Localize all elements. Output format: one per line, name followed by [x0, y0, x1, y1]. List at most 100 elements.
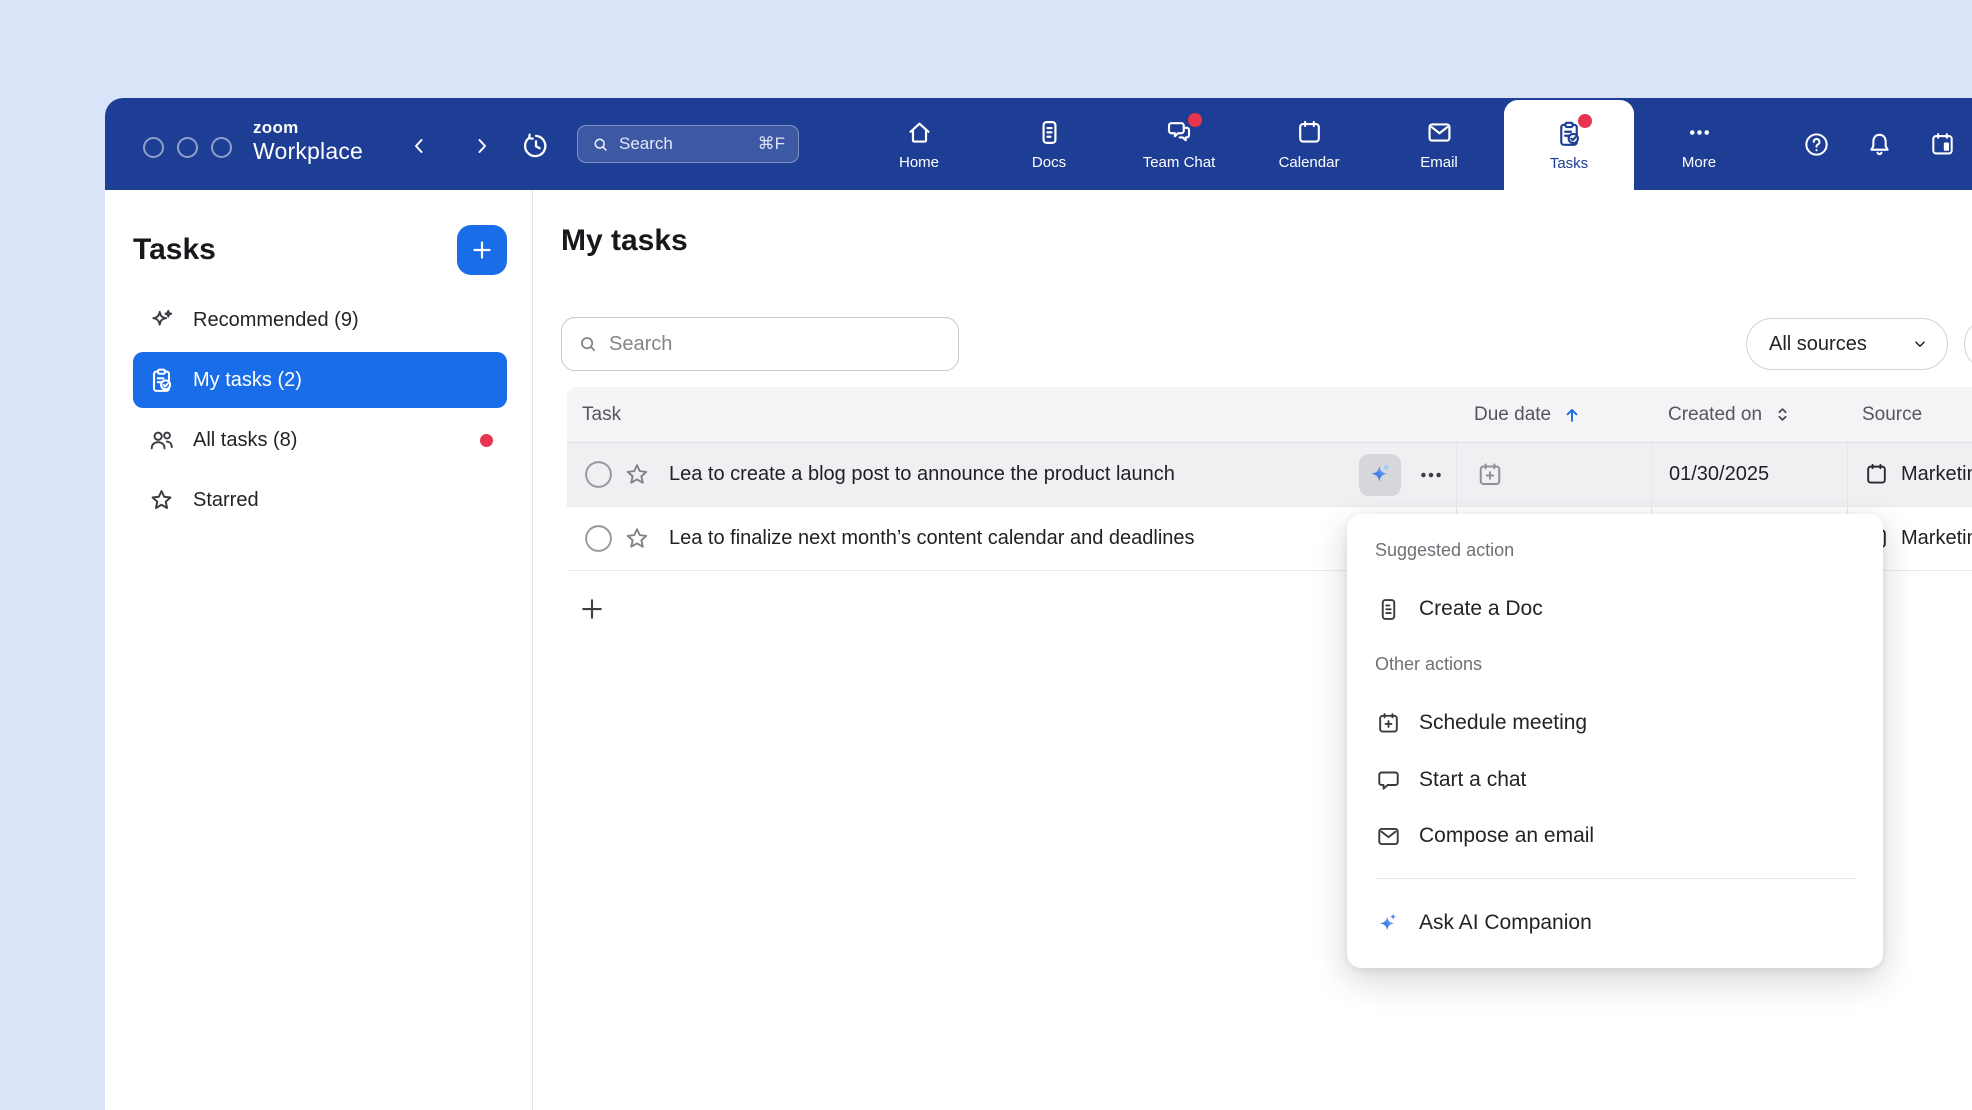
notifications-button[interactable]: [1864, 129, 1894, 159]
window-minimize-button[interactable]: [177, 137, 198, 158]
source-value: Marketing: [1901, 463, 1972, 486]
global-search[interactable]: ⌘F: [577, 125, 799, 163]
sidebar-list: Recommended (9) My tasks (2): [133, 292, 507, 528]
column-header-created-on[interactable]: Created on: [1651, 404, 1847, 426]
sources-filter-label: All sources: [1769, 333, 1867, 356]
help-button[interactable]: [1801, 129, 1831, 159]
nav-item-home[interactable]: Home: [854, 98, 984, 190]
created-on-cell: 01/30/2025: [1651, 443, 1847, 506]
primary-nav: Home Docs Team Cha: [854, 98, 1764, 190]
nav-label: Tasks: [1550, 155, 1588, 172]
back-button[interactable]: [404, 131, 434, 161]
page-title: My tasks: [561, 224, 688, 258]
window-close-button[interactable]: [143, 137, 164, 158]
nav-item-team-chat[interactable]: Team Chat: [1114, 98, 1244, 190]
tasks-badge: [1578, 114, 1592, 128]
ai-sparkle-icon: [1375, 910, 1402, 937]
all-tasks-badge: [480, 434, 493, 447]
calendar-icon: [1294, 118, 1324, 148]
people-icon: [147, 426, 176, 455]
nav-item-email[interactable]: Email: [1374, 98, 1504, 190]
column-header-due-date[interactable]: Due date: [1456, 404, 1651, 426]
task-title: Lea to finalize next month’s content cal…: [669, 527, 1195, 550]
ai-actions-menu: Suggested action Create a Doc Other acti…: [1347, 514, 1883, 968]
sidebar: Tasks Recommended (9): [105, 190, 533, 1110]
menu-item-label: Start a chat: [1419, 768, 1526, 792]
menu-item-compose-email[interactable]: Compose an email: [1375, 812, 1855, 860]
team-chat-icon: [1164, 118, 1194, 148]
calendar-plus-icon: [1475, 460, 1505, 490]
sidebar-item-my-tasks[interactable]: My tasks (2): [133, 352, 507, 408]
column-header-task[interactable]: Task: [567, 404, 1456, 426]
app-window: zoom Workplace: [105, 98, 1972, 1110]
history-clock-icon: [521, 131, 551, 161]
column-label: Due date: [1474, 404, 1551, 426]
history-button[interactable]: [521, 131, 551, 161]
sort-both-icon: [1772, 404, 1793, 425]
add-task-button[interactable]: [575, 592, 609, 626]
help-icon: [1802, 130, 1831, 159]
global-search-input[interactable]: [619, 134, 729, 154]
task-checkbox[interactable]: [583, 459, 614, 490]
menu-item-label: Create a Doc: [1419, 597, 1543, 621]
nav-label: Docs: [1032, 154, 1066, 171]
secondary-filter-button[interactable]: [1964, 318, 1972, 370]
calendar-plus-icon: [1375, 710, 1402, 737]
sidebar-header: Tasks: [133, 224, 507, 276]
nav-label: Home: [899, 154, 939, 171]
screen: zoom Workplace: [0, 0, 1972, 1110]
sidebar-item-starred[interactable]: Starred: [133, 472, 507, 528]
source-value: Marketing: [1901, 527, 1972, 550]
row-more-actions-button[interactable]: [1416, 460, 1446, 490]
task-cell: Lea to finalize next month’s content cal…: [567, 507, 1456, 570]
nav-item-tasks[interactable]: Tasks: [1504, 100, 1634, 190]
tasks-icon: [1554, 119, 1584, 149]
menu-item-label: Compose an email: [1419, 824, 1594, 848]
nav-item-calendar[interactable]: Calendar: [1244, 98, 1374, 190]
sources-filter-dropdown[interactable]: All sources: [1746, 318, 1948, 370]
column-header-source[interactable]: Source: [1847, 404, 1972, 426]
star-icon[interactable]: [622, 460, 652, 490]
task-search-input[interactable]: [609, 333, 943, 356]
clipboard-check-icon: [147, 366, 176, 395]
sidebar-item-label: My tasks (2): [193, 369, 302, 392]
plus-icon: [469, 237, 495, 263]
nav-label: More: [1682, 154, 1716, 171]
column-label: Task: [582, 404, 621, 426]
menu-divider: [1375, 878, 1855, 879]
star-icon[interactable]: [622, 524, 652, 554]
created-on-value: 01/30/2025: [1669, 463, 1769, 486]
menu-item-ask-ai-companion[interactable]: Ask AI Companion: [1375, 899, 1855, 947]
nav-label: Calendar: [1279, 154, 1340, 171]
task-search[interactable]: [561, 317, 959, 371]
nav-item-docs[interactable]: Docs: [984, 98, 1114, 190]
email-icon: [1424, 118, 1454, 148]
column-label: Source: [1862, 404, 1922, 426]
zoom-workplace-logo: zoom Workplace: [253, 119, 363, 163]
window-zoom-button[interactable]: [211, 137, 232, 158]
sidebar-item-recommended[interactable]: Recommended (9): [133, 292, 507, 348]
menu-item-create-doc[interactable]: Create a Doc: [1375, 585, 1855, 633]
doc-icon: [1375, 596, 1402, 623]
ai-companion-button[interactable]: [1359, 454, 1401, 496]
new-task-button[interactable]: [457, 225, 507, 275]
nav-item-more[interactable]: More: [1634, 98, 1764, 190]
chat-bubble-icon: [1375, 767, 1402, 794]
more-icon: [1684, 118, 1714, 148]
plus-icon: [577, 594, 607, 624]
chevron-down-icon: [1911, 335, 1929, 353]
window-controls: [143, 137, 232, 158]
menu-item-start-chat[interactable]: Start a chat: [1375, 756, 1855, 804]
task-checkbox[interactable]: [583, 523, 614, 554]
schedule-panel-button[interactable]: [1927, 129, 1957, 159]
menu-item-schedule-meeting[interactable]: Schedule meeting: [1375, 699, 1855, 747]
ai-sparkle-icon: [1366, 461, 1394, 489]
calendar-panel-icon: [1928, 130, 1957, 159]
forward-button[interactable]: [467, 131, 497, 161]
sidebar-item-all-tasks[interactable]: All tasks (8): [133, 412, 507, 468]
sidebar-item-label: All tasks (8): [193, 429, 297, 452]
task-row[interactable]: Lea to create a blog post to announce th…: [567, 443, 1972, 507]
due-date-cell[interactable]: [1456, 443, 1651, 506]
nav-label: Email: [1420, 154, 1458, 171]
task-title: Lea to create a blog post to announce th…: [669, 463, 1175, 486]
